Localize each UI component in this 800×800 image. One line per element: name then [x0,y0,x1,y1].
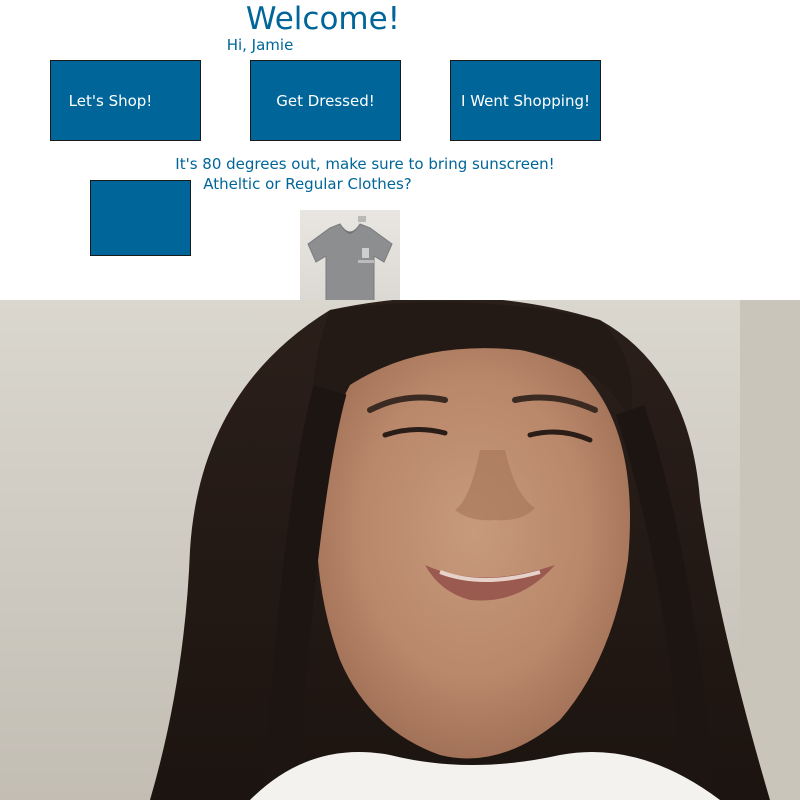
clothing-choice-button[interactable] [90,180,191,256]
page-title: Welcome! [245,1,401,37]
lets-shop-button[interactable]: Let's Shop! [50,60,201,141]
shirt-icon [307,216,393,300]
app-page: Welcome! Hi, Jamie Let's Shop! Get Dress… [0,0,800,800]
user-greeting: Hi, Jamie [226,36,294,54]
get-dressed-button[interactable]: Get Dressed! [250,60,401,141]
webcam-photo [0,300,800,800]
clothing-question: Atheltic or Regular Clothes? [203,175,412,193]
shirt-thumbnail[interactable] [300,210,400,300]
went-shopping-button[interactable]: I Went Shopping! [450,60,601,141]
camera-feed [0,300,800,800]
weather-message: It's 80 degrees out, make sure to bring … [175,155,555,173]
